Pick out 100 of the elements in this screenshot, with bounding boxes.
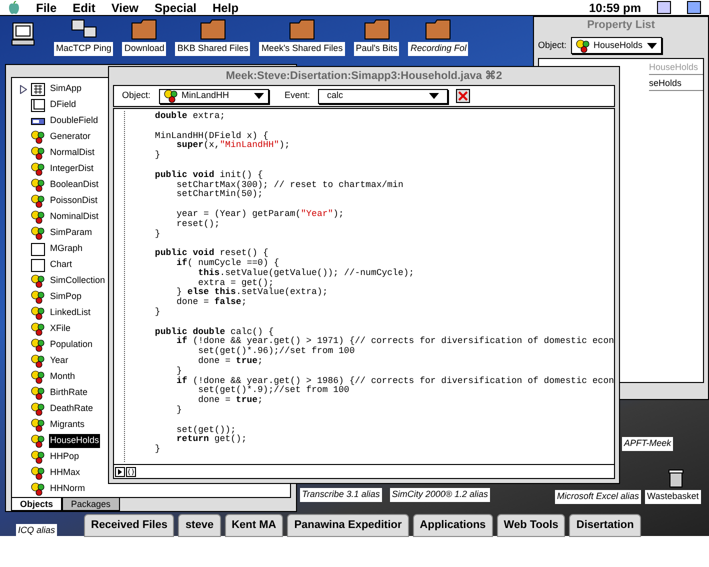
code-line: this.setValue(getValue()); //-numCycle); [198,268,416,278]
class-item[interactable]: BooleanDist [49,178,100,192]
objects-icon [31,290,45,304]
objects-icon [31,178,45,192]
blank-icon [31,258,45,272]
class-item[interactable]: Month [49,370,76,384]
code-line: done = false; [176,298,248,308]
code-line: MinLandHH(DField x) { [154,130,268,141]
icon-label[interactable]: Transcribe 3.1 alias [300,488,382,502]
apple-icon[interactable] [8,1,20,14]
computers-icon[interactable] [70,18,97,40]
window-title: Meek:Steve:Disertation:Simapp3:Household.java ⌘2 [224,69,504,84]
event-dropdown[interactable]: calc [318,88,448,104]
class-item[interactable]: DeathRate [49,402,94,416]
object-dropdown[interactable]: MinLandHH [158,88,269,104]
code-area[interactable] [113,108,615,465]
objects-icon [31,162,45,176]
code-line: done = true; [198,396,264,406]
folder-icon[interactable] [364,18,390,40]
tab[interactable]: Packages [62,498,120,511]
class-item[interactable]: LinkedList [49,306,92,320]
code-line: setChartMax(300); // reset to chartmax/min [176,180,404,190]
objects-icon [576,38,590,52]
menu-clock: 10:59 pm [588,0,641,16]
launcher-tab[interactable]: Panawina Expeditior [287,514,409,537]
class-item[interactable]: XFile [49,322,72,336]
code-line: public void reset() { [154,247,270,258]
class-item[interactable]: HouseHolds [49,434,100,448]
code-line: } [154,230,162,240]
objects-icon [164,89,178,103]
icon-label[interactable]: ICQ alias [16,524,58,538]
braces-icon[interactable] [126,466,136,476]
folder-icon[interactable] [131,18,158,40]
launcher-tab[interactable]: Disertation [569,514,641,537]
class-item[interactable]: IntegerDist [49,162,95,176]
disclosure-triangle-icon[interactable] [20,84,27,94]
icon-label[interactable]: SimCity 2000® 1.2 alias [390,488,490,502]
class-item[interactable]: SimCollection [49,274,106,288]
code-line: if (!done && year.get() > 1986) {// corrects for diversification of domestic econ [176,376,614,386]
property-cell: HouseHolds [649,59,703,75]
class-item[interactable]: BirthRate [49,386,89,400]
class-item[interactable]: Population [49,338,94,352]
class-item[interactable]: HHMax [49,466,82,480]
computer-icon[interactable] [10,22,36,46]
blank-icon [31,242,45,256]
trash-icon[interactable] [668,468,684,488]
folder-icon[interactable] [289,18,316,40]
menu-item[interactable]: Help [212,0,239,16]
class-item[interactable]: Chart [49,258,74,272]
menu-item[interactable]: Special [154,0,197,16]
class-item[interactable]: DoubleField [49,114,100,128]
object-dropdown[interactable]: HouseHolds [570,37,662,54]
launcher-tab[interactable]: Web Tools [496,514,566,537]
code-line: super(x,"MinLandHH"); [176,141,291,152]
class-item[interactable]: MGraph [49,242,84,256]
play-icon[interactable] [115,466,125,476]
window-icon [31,98,45,112]
launcher-tab[interactable]: Applications [412,514,493,537]
class-item[interactable]: SimParam [49,226,94,240]
icon-label[interactable]: BKB Shared Files [175,42,250,56]
class-item[interactable]: Year [49,354,70,368]
class-item[interactable]: NominalDist [49,210,100,224]
icon-label[interactable]: Meek's Shared Files [259,42,345,56]
class-item[interactable]: Generator [49,130,92,144]
launcher-tab[interactable]: steve [178,514,221,537]
class-item[interactable]: NormalDist [49,146,96,160]
icon-label[interactable]: MacTCP Ping [54,42,114,56]
menu-item[interactable]: View [111,0,138,16]
class-item[interactable]: SimPop [49,290,83,304]
objects-icon [31,226,45,240]
code-line: } else this.setValue(extra); [176,288,329,298]
tab[interactable]: Objects [11,498,62,511]
menu-item[interactable]: Edit [72,0,96,16]
class-item[interactable]: Migrants [49,418,86,432]
folder-icon[interactable] [200,18,226,40]
field-icon [31,118,45,124]
class-item[interactable]: SimApp [49,82,83,96]
objects-icon [31,402,45,416]
icon-label[interactable]: APFT-Meek [622,437,674,450]
icon-label[interactable]: Download [122,42,166,56]
icon-label[interactable]: Paul's Bits [354,42,400,56]
code-line: done = true; [198,356,264,367]
icon-label[interactable]: Recording Fol [408,42,468,56]
class-item[interactable]: DField [49,98,78,112]
class-item[interactable]: HHPop [49,450,80,464]
menu-item[interactable]: File [36,0,57,16]
class-item[interactable]: HHNorm [49,482,86,496]
icon-label[interactable]: Microsoft Excel alias [555,490,642,504]
close-icon[interactable] [456,89,470,103]
objects-icon [31,466,45,480]
launcher-tab[interactable]: Received Files [84,514,174,537]
launcher-tab[interactable]: Kent MA [224,514,284,537]
folder-icon[interactable] [425,18,452,40]
code-line: setChartMin(50); [176,190,263,200]
class-item[interactable]: PoissonDist [49,194,99,208]
code-line: reset(); [176,220,221,230]
code-line: } [154,308,162,318]
object-label: Object: [122,89,151,102]
objects-icon [31,210,45,224]
icon-label[interactable]: Wastebasket [645,490,701,504]
